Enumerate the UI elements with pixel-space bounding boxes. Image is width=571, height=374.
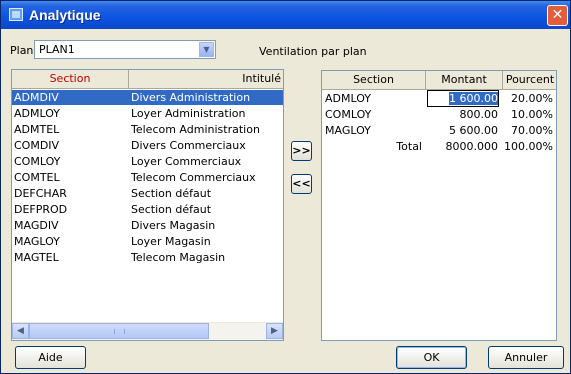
ventilation-caption: Ventilation par plan [259, 45, 367, 58]
total-pourcent: 100.00% [504, 140, 553, 153]
row-section-intitule: Section défaut [131, 187, 212, 200]
row-section-code: DEFCHAR [14, 187, 67, 200]
app-icon [9, 8, 23, 21]
row-section-code: COMLOY [325, 108, 372, 121]
row-pourcent: 20.00% [511, 92, 553, 105]
table-row[interactable]: COMLOY Loyer Commerciaux [12, 154, 283, 169]
column-header-intitule[interactable]: Intitulé [129, 70, 283, 89]
row-section-code: COMDIV [14, 139, 60, 152]
table-row[interactable]: ADMDIV Divers Administration [12, 90, 283, 105]
scrollbar-thumb[interactable] [29, 323, 209, 339]
montant-edit-field[interactable]: 1 600.00 [427, 90, 499, 107]
plan-label: Plan [10, 44, 34, 57]
row-montant: 800.00 [459, 108, 499, 121]
plan-select-value: PLAN1 [39, 43, 75, 56]
scroll-right-icon[interactable]: ▶ [266, 323, 283, 339]
table-row[interactable]: ADMLOY Loyer Administration [12, 106, 283, 121]
row-section-code: ADMLOY [14, 107, 60, 120]
table-row[interactable]: DEFPROD Section défaut [12, 202, 283, 217]
row-section-code: MAGDIV [14, 219, 59, 232]
total-label: Total [396, 140, 422, 153]
row-section-intitule: Loyer Commerciaux [131, 155, 242, 168]
sections-table[interactable]: Section Intitulé ADMDIV Divers Administra… [11, 69, 284, 341]
row-section-code: DEFPROD [14, 203, 68, 216]
table-row[interactable]: MAGTEL Telecom Magasin [12, 250, 283, 265]
column-header-section[interactable]: Section [322, 71, 426, 90]
row-section-intitule: Divers Commerciaux [131, 139, 246, 152]
ok-button[interactable]: OK [396, 346, 467, 369]
title-bar[interactable]: Analytique ✕ [1, 1, 570, 29]
row-section-code: MAGLOY [325, 124, 371, 137]
table-row[interactable]: DEFCHAR Section défaut [12, 186, 283, 201]
table-row[interactable]: COMTEL Telecom Commerciaux [12, 170, 283, 185]
row-section-code: MAGTEL [14, 251, 59, 264]
table-row[interactable]: MAGLOY Loyer Magasin [12, 234, 283, 249]
remove-section-button[interactable]: << [291, 174, 312, 194]
row-section-code: COMTEL [14, 171, 60, 184]
montant-selected-text: 1 600.00 [449, 92, 498, 105]
grip-icon [114, 329, 125, 334]
row-section-code: MAGLOY [14, 235, 60, 248]
help-button[interactable]: Aide [15, 346, 86, 369]
row-section-code: ADMLOY [325, 92, 371, 105]
row-montant: 5 600.00 [449, 124, 498, 137]
total-montant: 8000.000 [445, 140, 499, 153]
add-section-button[interactable]: >> [291, 141, 312, 161]
row-section-intitule: Telecom Commerciaux [131, 171, 256, 184]
window-title: Analytique [29, 7, 101, 23]
table-row[interactable]: ADMLOY 1 600.00 20.00% [322, 90, 556, 107]
table-row[interactable]: COMDIV Divers Commerciaux [12, 138, 283, 153]
distribution-table[interactable]: Section Montant Pourcent ADMLOY 1 600.00 2… [321, 70, 557, 341]
chevron-down-icon[interactable]: ▼ [199, 42, 214, 57]
row-section-intitule: Loyer Magasin [131, 235, 211, 248]
table-row[interactable]: MAGLOY 5 600.00 70.00% [322, 123, 556, 138]
table-row[interactable]: COMLOY 800.00 10.00% [322, 107, 556, 122]
row-pourcent: 10.00% [511, 108, 553, 121]
horizontal-scrollbar[interactable]: ◀ ▶ [12, 322, 283, 340]
row-section-intitule: Divers Administration [129, 90, 283, 105]
row-pourcent: 70.00% [511, 124, 553, 137]
close-button[interactable]: ✕ [547, 5, 568, 26]
row-section-intitule: Telecom Administration [131, 123, 260, 136]
row-section-intitule: Loyer Administration [131, 107, 246, 120]
row-section-intitule: Telecom Magasin [131, 251, 226, 264]
analytique-dialog: Analytique ✕ Plan PLAN1 ▼ Ventilation pa… [0, 0, 571, 374]
row-section-code: COMLOY [14, 155, 61, 168]
row-section-code: ADMDIV [12, 90, 129, 105]
total-row: Total 8000.000 100.00% [322, 139, 556, 154]
column-header-montant[interactable]: Montant [426, 71, 503, 90]
column-header-pourcent[interactable]: Pourcent [503, 71, 556, 90]
row-section-code: ADMTEL [14, 123, 60, 136]
scroll-left-icon[interactable]: ◀ [12, 323, 29, 339]
cancel-button[interactable]: Annuler [488, 346, 564, 369]
table-row[interactable]: ADMTEL Telecom Administration [12, 122, 283, 137]
row-section-intitule: Divers Magasin [131, 219, 216, 232]
plan-select[interactable]: PLAN1 ▼ [34, 40, 216, 59]
column-header-section[interactable]: Section [12, 70, 129, 89]
row-section-intitule: Section défaut [131, 203, 212, 216]
table-row[interactable]: MAGDIV Divers Magasin [12, 218, 283, 233]
